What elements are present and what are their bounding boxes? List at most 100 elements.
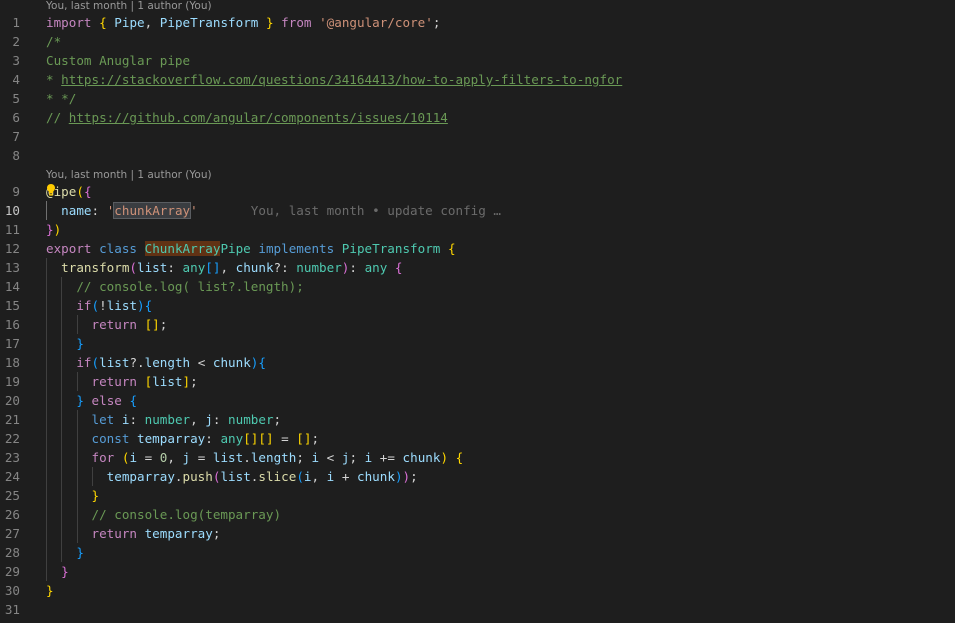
indent-guide <box>46 543 47 562</box>
line-content: if(!list){ <box>20 296 955 315</box>
code-editor[interactable]: You, last month | 1 author (You) 1 impor… <box>0 0 955 623</box>
line-content: * */ <box>20 89 955 108</box>
code-line-26[interactable]: 26 // console.log(temparray) <box>0 505 955 524</box>
code-line-29[interactable]: 29 } <box>0 562 955 581</box>
code-line-17[interactable]: 17 } <box>0 334 955 353</box>
comment-link[interactable]: https://stackoverflow.com/questions/3416… <box>61 72 622 87</box>
token: } <box>91 488 100 503</box>
indent-guide <box>61 505 62 524</box>
token: list <box>106 298 138 313</box>
code-line-28[interactable]: 28 } <box>0 543 955 562</box>
line-number: 31 <box>4 602 20 617</box>
code-line-21[interactable]: 21 let i: number, j: number; <box>0 410 955 429</box>
token: // console.log( list?.length); <box>76 279 304 294</box>
token: chunk <box>357 469 395 484</box>
code-line-24[interactable]: 24 temparray.push(list.slice(i, i + chun… <box>0 467 955 486</box>
code-line-5[interactable]: 5 * */ <box>0 89 955 108</box>
indent-guide <box>61 486 62 505</box>
token: i <box>303 469 312 484</box>
line-content: temparray.push(list.slice(i, i + chunk))… <box>20 467 955 486</box>
token: name <box>61 203 92 218</box>
token: ( <box>91 298 100 313</box>
codelens-blame[interactable]: You, last month | 1 author (You) <box>0 0 955 13</box>
token: < <box>190 355 213 370</box>
codelens-blame[interactable]: You, last month | 1 author (You) <box>0 169 955 182</box>
line-number: 22 <box>4 431 20 446</box>
lightbulb-icon[interactable] <box>46 183 56 197</box>
code-line-15[interactable]: 15 if(!list){ <box>0 296 955 315</box>
token: ' <box>190 203 198 218</box>
code-line-23[interactable]: 23 for (i = 0, j = list.length; i < j; i… <box>0 448 955 467</box>
line-number: 15 <box>4 298 20 313</box>
code-line-25[interactable]: 25 } <box>0 486 955 505</box>
code-line-3[interactable]: 3 Custom Anuglar pipe <box>0 51 955 70</box>
code-line-30[interactable]: 30 } <box>0 581 955 600</box>
indent-guide <box>46 372 47 391</box>
code-line-8[interactable]: 8 <box>0 146 955 165</box>
token: chunk <box>212 355 251 370</box>
token: ipe <box>53 184 77 199</box>
token: ; <box>311 431 320 446</box>
token: length <box>250 450 297 465</box>
indent-guide <box>46 258 47 277</box>
line-number: 3 <box>12 53 20 68</box>
code-line-16[interactable]: 16 return []; <box>0 315 955 334</box>
code-line-22[interactable]: 22 const temparray: any[][] = []; <box>0 429 955 448</box>
code-line-1[interactable]: 1 import { Pipe, PipeTransform } from '@… <box>0 13 955 32</box>
code-line-11[interactable]: 11 }) <box>0 220 955 239</box>
token: // console.log(temparray) <box>91 507 282 522</box>
token: ) <box>440 450 449 465</box>
code-line-31[interactable]: 31 <box>0 600 955 619</box>
token: chunk <box>235 260 274 275</box>
selected-text[interactable]: chunkArray <box>113 202 192 219</box>
indent-guide <box>46 334 47 353</box>
token: ( <box>76 184 84 199</box>
indent-guide <box>46 201 47 220</box>
token: j <box>182 450 191 465</box>
indent-guide <box>46 505 47 524</box>
line-content: } <box>20 581 955 600</box>
code-line-12[interactable]: 12 export class ChunkArrayPipe implement… <box>0 239 955 258</box>
line-content <box>20 146 955 165</box>
line-number: 10 <box>4 203 20 218</box>
code-line-10[interactable]: 10 name: 'chunkArray' You, last month • … <box>0 201 955 220</box>
indent-guide <box>61 296 62 315</box>
indent-guide <box>77 524 78 543</box>
token: { <box>258 355 266 370</box>
code-line-20[interactable]: 20 } else { <box>0 391 955 410</box>
code-line-14[interactable]: 14 // console.log( list?.length); <box>0 277 955 296</box>
line-content <box>20 127 955 146</box>
token: temparray <box>144 526 213 541</box>
indent-guide <box>61 448 62 467</box>
code-line-6[interactable]: 6 // https://github.com/angular/componen… <box>0 108 955 127</box>
comment-link[interactable]: https://github.com/angular/components/is… <box>69 110 448 125</box>
code-line-9[interactable]: 9 @ipe({ <box>0 182 955 201</box>
token: ) <box>137 298 145 313</box>
line-number: 17 <box>4 336 20 351</box>
code-line-7[interactable]: 7 <box>0 127 955 146</box>
token: if <box>76 298 92 313</box>
code-line-4[interactable]: 4 * https://stackoverflow.com/questions/… <box>0 70 955 89</box>
indent-guide <box>77 486 78 505</box>
indent-guide <box>46 486 47 505</box>
code-line-13[interactable]: 13 transform(list: any[], chunk?: number… <box>0 258 955 277</box>
code-line-2[interactable]: 2 /* <box>0 32 955 51</box>
code-line-27[interactable]: 27 return temparray; <box>0 524 955 543</box>
code-line-18[interactable]: 18 if(list?.length < chunk){ <box>0 353 955 372</box>
token: import <box>46 15 92 30</box>
token: Pipe <box>114 15 145 30</box>
code-line-19[interactable]: 19 return [list]; <box>0 372 955 391</box>
line-content: } <box>20 486 955 505</box>
token: ; <box>410 469 418 484</box>
indent-guide <box>61 391 62 410</box>
token: ) <box>394 469 403 484</box>
line-number: 12 <box>4 241 20 256</box>
token: = <box>273 431 297 446</box>
line-number: 14 <box>4 279 20 294</box>
token: ( <box>91 355 100 370</box>
line-content: } <box>20 543 955 562</box>
